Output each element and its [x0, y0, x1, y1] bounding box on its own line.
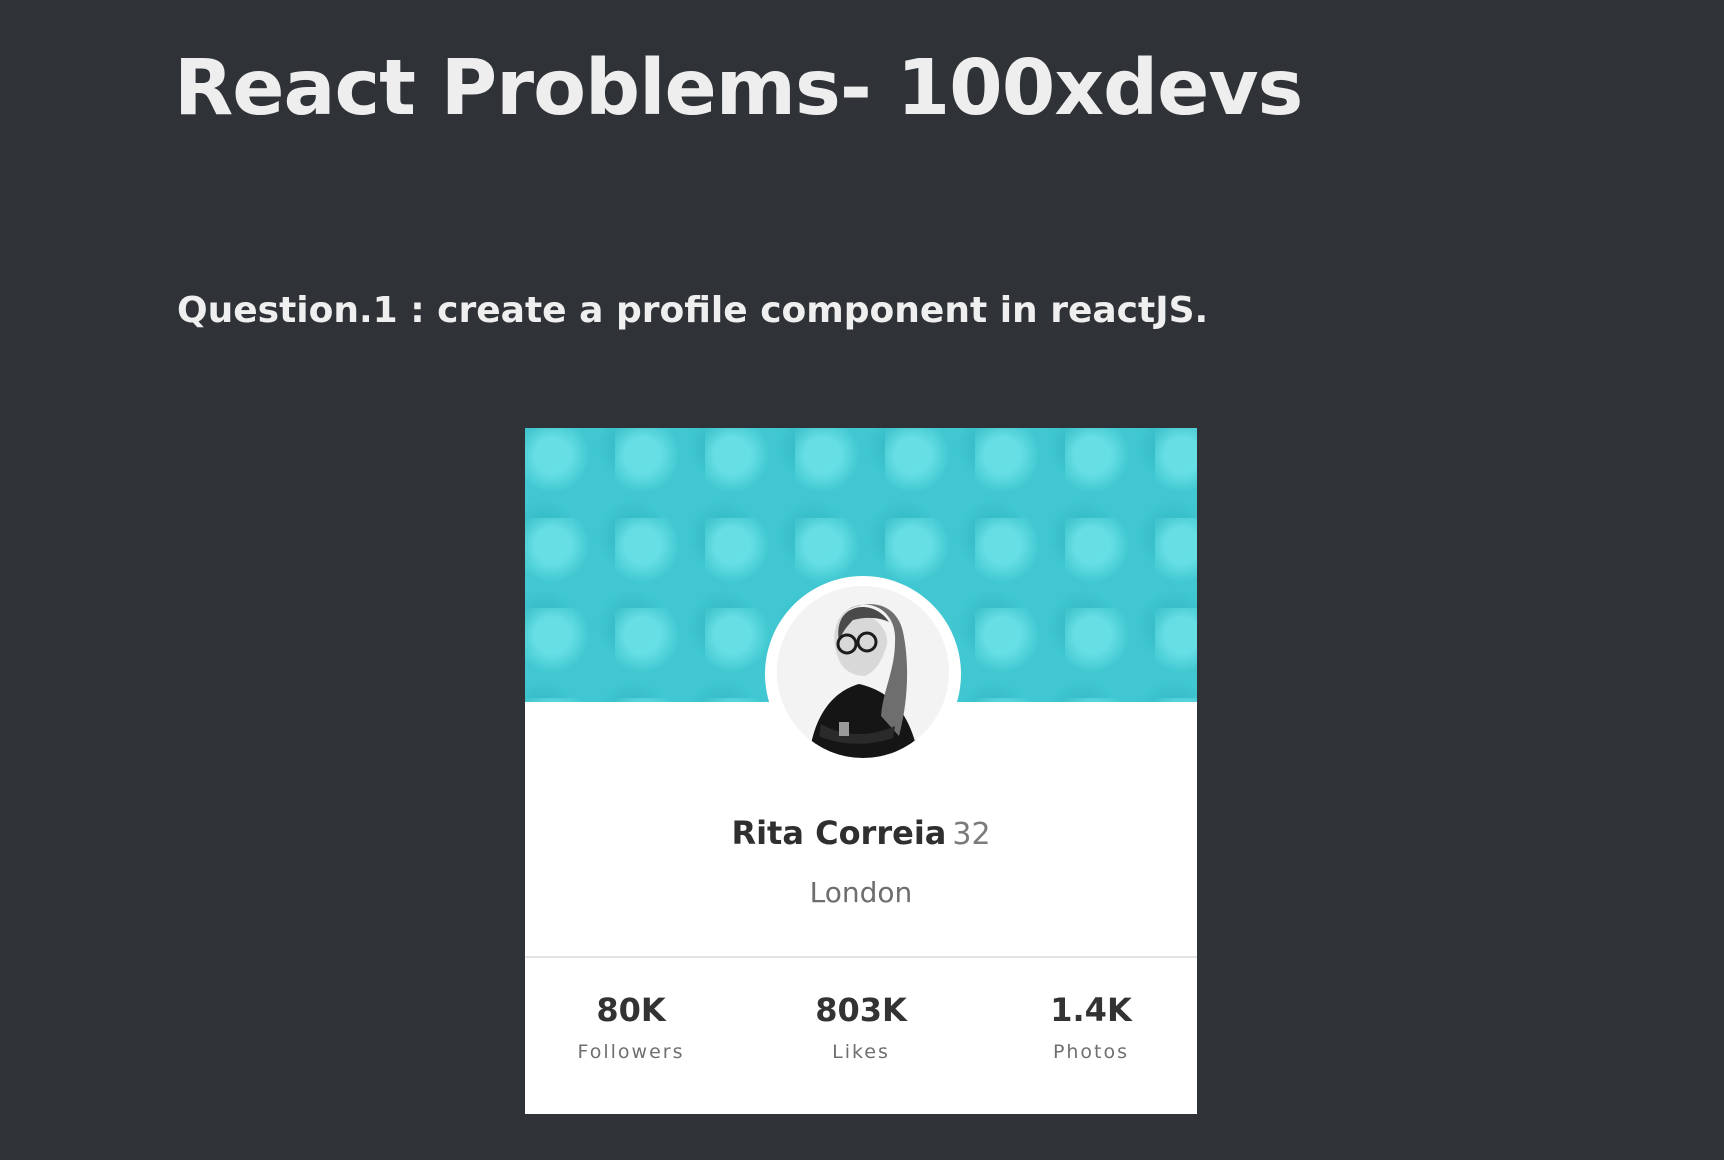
avatar: [777, 586, 949, 758]
stat-label: Followers: [577, 1041, 685, 1063]
avatar-photo: [777, 586, 949, 758]
profile-name: Rita Correia: [731, 814, 947, 852]
stat-value: 803K: [815, 991, 907, 1029]
profile-stats: 80K Followers 803K Likes 1.4K Photos: [525, 990, 1197, 1100]
stat-label: Likes: [832, 1041, 890, 1063]
stat-value: 80K: [596, 991, 666, 1029]
stat-followers: 80K Followers: [541, 990, 721, 1064]
profile-name-line: Rita Correia 32: [525, 814, 1197, 852]
page-title: React Problems- 100xdevs: [174, 44, 1303, 133]
stat-likes: 803K Likes: [771, 990, 951, 1064]
question-text: Question.1 : create a profile component …: [177, 290, 1209, 331]
stat-photos: 1.4K Photos: [1001, 990, 1181, 1064]
stat-label: Photos: [1052, 1041, 1130, 1063]
profile-card: Rita Correia 32 London 80K Followers 803K…: [525, 428, 1197, 1114]
profile-age: 32: [952, 817, 991, 852]
card-divider: [525, 956, 1197, 958]
stat-value: 1.4K: [1050, 991, 1132, 1029]
profile-city: London: [809, 876, 913, 909]
